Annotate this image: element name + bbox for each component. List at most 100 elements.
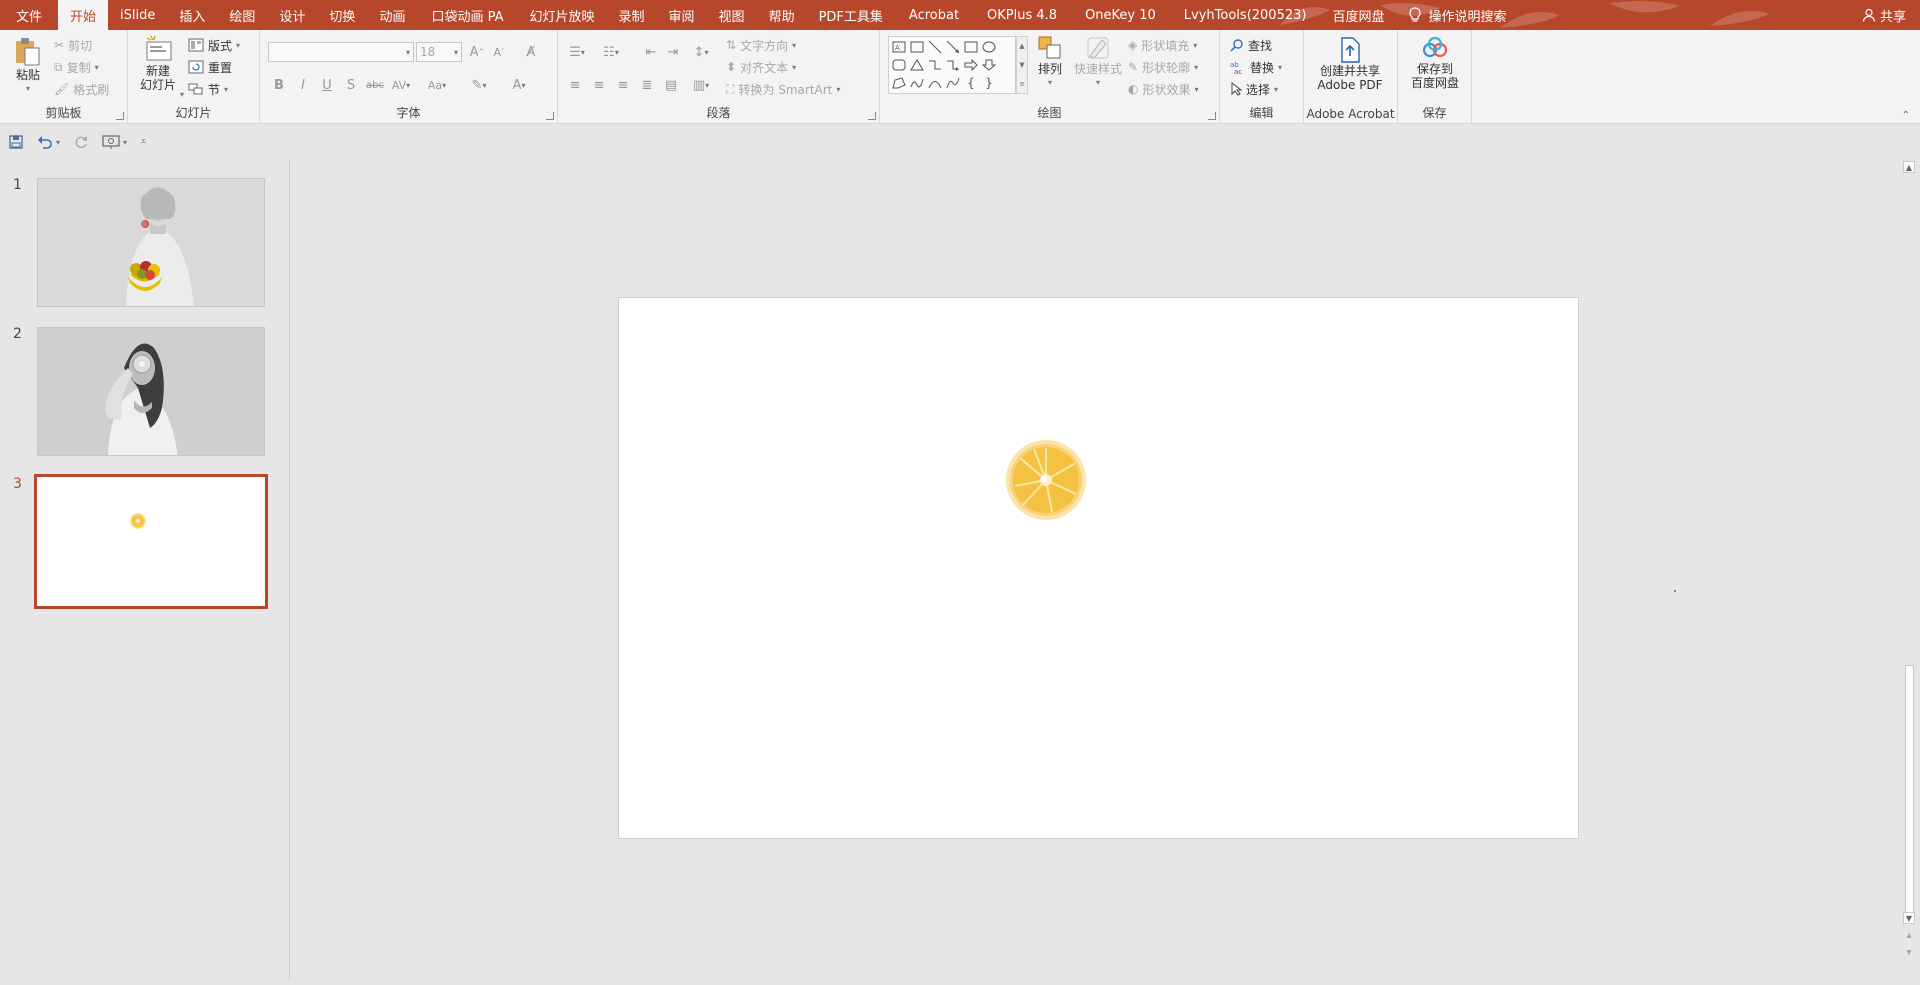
underline-button[interactable]: U (316, 74, 338, 96)
menu-baidu-netdisk[interactable]: 百度网盘 (1320, 0, 1396, 30)
current-slide-canvas[interactable] (618, 297, 1676, 839)
font-color-button[interactable]: A ▾ (508, 74, 530, 96)
shape-outline-button[interactable]: ✎ 形状轮廓 ▾ (1128, 56, 1198, 78)
align-right-button[interactable]: ≡ (612, 74, 634, 96)
paste-button[interactable]: 粘贴 ▾ (10, 36, 46, 96)
find-button[interactable]: 查找 (1230, 34, 1272, 56)
scrollbar-thumb[interactable] (1905, 665, 1914, 923)
section-button[interactable]: 节 ▾ (188, 78, 228, 100)
menu-file[interactable]: 文件 (0, 0, 58, 30)
elbow-arrow-shape-icon[interactable] (944, 56, 962, 74)
orange-slice-image[interactable] (1004, 438, 1088, 522)
convert-smartart-button[interactable]: ⛶ 转换为 SmartArt ▾ (726, 78, 840, 100)
down-arrow-shape-icon[interactable] (980, 56, 998, 74)
paragraph-launcher-icon[interactable] (868, 112, 876, 120)
menu-help[interactable]: 帮助 (757, 0, 807, 30)
select-button[interactable]: 选择 ▾ (1230, 78, 1278, 100)
menu-transitions[interactable]: 切换 (317, 0, 367, 30)
undo-caret[interactable]: ▾ (56, 138, 60, 147)
slideshow-caret[interactable]: ▾ (123, 138, 127, 147)
collapse-ribbon-icon[interactable]: ⌃ (1902, 110, 1910, 121)
increase-font-size-button[interactable]: A ^ (466, 41, 488, 63)
shapes-gallery[interactable]: A { } (888, 36, 1016, 94)
vertical-scrollbar[interactable]: ▲ ▼ ⩓ ⩔ (1902, 160, 1916, 964)
slide-thumbnail-2[interactable] (37, 327, 265, 456)
slide-thumbnail-1[interactable] (37, 178, 265, 307)
right-arrow-shape-icon[interactable] (962, 56, 980, 74)
font-size-caret[interactable]: ▾ (454, 48, 458, 57)
next-slide-icon[interactable]: ⩔ (1903, 946, 1915, 958)
menu-draw[interactable]: 绘图 (217, 0, 267, 30)
arrow-line-shape-icon[interactable] (944, 38, 962, 56)
brace-shape-icon[interactable]: { (962, 74, 980, 92)
share-button[interactable]: 共享 (1848, 0, 1920, 30)
distributed-button[interactable]: ▤ (660, 74, 682, 96)
text-box-shape-icon[interactable]: A (890, 38, 908, 56)
line-spacing-button[interactable]: ↕ ▾ (690, 41, 712, 63)
italic-button[interactable]: I (292, 74, 314, 96)
menu-onekey[interactable]: OneKey 10 (1071, 0, 1170, 30)
new-slide-caret[interactable]: ▾ (180, 90, 184, 99)
bullets-button[interactable]: ☰ ▾ (566, 41, 588, 63)
slideshow-qat-button[interactable]: ▾ (102, 135, 127, 149)
align-left-button[interactable]: ≡ (564, 74, 586, 96)
menu-record[interactable]: 录制 (607, 0, 657, 30)
shape-effects-button[interactable]: ◐ 形状效果 ▾ (1128, 78, 1199, 100)
triangle-shape-icon[interactable] (908, 56, 926, 74)
align-center-button[interactable]: ≡ (588, 74, 610, 96)
paste-dropdown-caret[interactable]: ▾ (26, 82, 30, 96)
increase-indent-button[interactable]: ⇥ (662, 41, 684, 63)
oval-shape-icon[interactable] (980, 38, 998, 56)
strikethrough-button[interactable]: abc (364, 74, 386, 96)
decrease-font-size-button[interactable]: Aˇ (488, 41, 510, 63)
reset-button[interactable]: 重置 (188, 56, 232, 78)
columns-button[interactable]: ▥ ▾ (690, 74, 712, 96)
text-shadow-button[interactable]: S (340, 74, 362, 96)
scroll-down-arrow-icon[interactable]: ▼ (1903, 912, 1915, 924)
change-case-button[interactable]: Aa ▾ (426, 74, 448, 96)
shape-fill-button[interactable]: ◈ 形状填充 ▾ (1128, 34, 1197, 56)
save-to-baidu-button[interactable]: 保存到 百度网盘 (1402, 36, 1468, 90)
font-launcher-icon[interactable] (546, 112, 554, 120)
arc-shape-icon[interactable] (926, 74, 944, 92)
decrease-indent-button[interactable]: ⇤ (640, 41, 662, 63)
rectangle-shape-icon[interactable] (962, 38, 980, 56)
menu-animations[interactable]: 动画 (367, 0, 417, 30)
undo-qat-button[interactable]: ▾ (37, 135, 60, 149)
replace-button[interactable]: ab ac 替换 ▾ (1230, 56, 1282, 78)
numbering-button[interactable]: ☷ ▾ (600, 41, 622, 63)
clear-formatting-button[interactable]: A̸ (520, 41, 542, 63)
new-slide-button[interactable]: 新建 幻灯片 (134, 34, 182, 92)
menu-pocket-animation[interactable]: 口袋动画 PA (417, 0, 517, 30)
text-direction-button[interactable]: ⇅ 文字方向 ▾ (726, 34, 796, 56)
tell-me-search[interactable]: 操作说明搜索 (1396, 0, 1518, 30)
arrange-button[interactable]: 排列 ▾ (1032, 34, 1068, 90)
layout-button[interactable]: 版式 ▾ (188, 34, 240, 56)
menu-home[interactable]: 开始 (58, 0, 109, 30)
menu-acrobat[interactable]: Acrobat (895, 0, 973, 30)
quick-styles-button[interactable]: 快速样式 ▾ (1072, 34, 1124, 90)
font-size-combo[interactable]: 18 ▾ (416, 42, 462, 62)
vertical-text-box-shape-icon[interactable] (908, 38, 926, 56)
close-brace-shape-icon[interactable]: } (980, 74, 998, 92)
menu-design[interactable]: 设计 (267, 0, 317, 30)
customize-qat-button[interactable]: ⩡ (141, 137, 146, 147)
justify-button[interactable]: ≣ (636, 74, 658, 96)
save-qat-button[interactable] (9, 135, 23, 149)
menu-lvyhtools[interactable]: LvyhTools(200523) (1170, 0, 1321, 30)
menu-view[interactable]: 视图 (707, 0, 757, 30)
curve-shape-icon[interactable] (944, 74, 962, 92)
align-text-button[interactable]: ⬍ 对齐文本 ▾ (726, 56, 796, 78)
scribble-shape-icon[interactable] (908, 74, 926, 92)
highlight-button[interactable]: ✎ ▾ (468, 74, 490, 96)
create-share-pdf-button[interactable]: 创建并共享 Adobe PDF (1306, 36, 1394, 92)
previous-slide-icon[interactable]: ⩓ (1903, 930, 1915, 942)
menu-review[interactable]: 审阅 (657, 0, 707, 30)
elbow-connector-shape-icon[interactable] (926, 56, 944, 74)
slide-thumbnail-3[interactable] (34, 474, 268, 609)
drawing-launcher-icon[interactable] (1208, 112, 1216, 120)
clipboard-launcher-icon[interactable] (116, 112, 124, 120)
format-painter-button[interactable]: 🖌 格式刷 (54, 78, 109, 100)
redo-qat-button[interactable] (74, 135, 88, 149)
copy-button[interactable]: ⧉ 复制 ▾ (54, 56, 99, 78)
